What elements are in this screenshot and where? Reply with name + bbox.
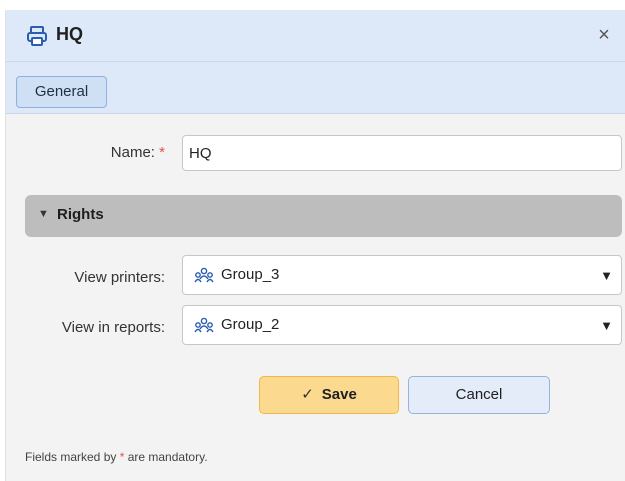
dialog-titlebar: HQ × — [6, 10, 625, 61]
close-icon: × — [598, 24, 610, 46]
view-printers-select[interactable]: Group_3 ▼ — [182, 255, 622, 295]
name-input[interactable] — [182, 135, 622, 171]
view-in-reports-value: Group_2 — [221, 316, 280, 333]
mandatory-fields-note: Fields marked by * are mandatory. — [25, 450, 208, 464]
name-label: Name: * — [110, 144, 165, 161]
view-in-reports-select[interactable]: Group_2 ▼ — [182, 305, 622, 345]
dropdown-arrow-icon: ▼ — [600, 318, 613, 333]
user-group-icon — [194, 267, 214, 283]
required-marker: * — [159, 144, 165, 161]
dropdown-arrow-icon: ▼ — [600, 268, 613, 283]
cropped-caption-strip — [0, 0, 625, 10]
view-printers-label: View printers: — [74, 269, 165, 286]
view-printers-value: Group_3 — [221, 266, 280, 283]
printer-icon — [27, 26, 47, 46]
close-button[interactable]: × — [591, 22, 617, 48]
tab-bar: General — [6, 61, 625, 114]
checkmark-icon: ✓ — [301, 386, 314, 403]
view-in-reports-label: View in reports: — [61, 319, 165, 336]
cancel-button[interactable]: Cancel — [408, 376, 550, 414]
tab-general[interactable]: General — [16, 76, 107, 108]
dialog-title: HQ — [56, 24, 83, 44]
save-button[interactable]: ✓ Save — [259, 376, 399, 414]
user-group-icon — [194, 317, 214, 333]
caret-down-icon: ▼ — [38, 208, 49, 220]
rights-section-header[interactable]: ▼ Rights — [25, 195, 622, 237]
section-title: Rights — [57, 206, 104, 223]
save-button-label: Save — [321, 386, 357, 403]
edit-printer-group-dialog: HQ × General Name: * ▼ Rights View print… — [5, 10, 625, 481]
